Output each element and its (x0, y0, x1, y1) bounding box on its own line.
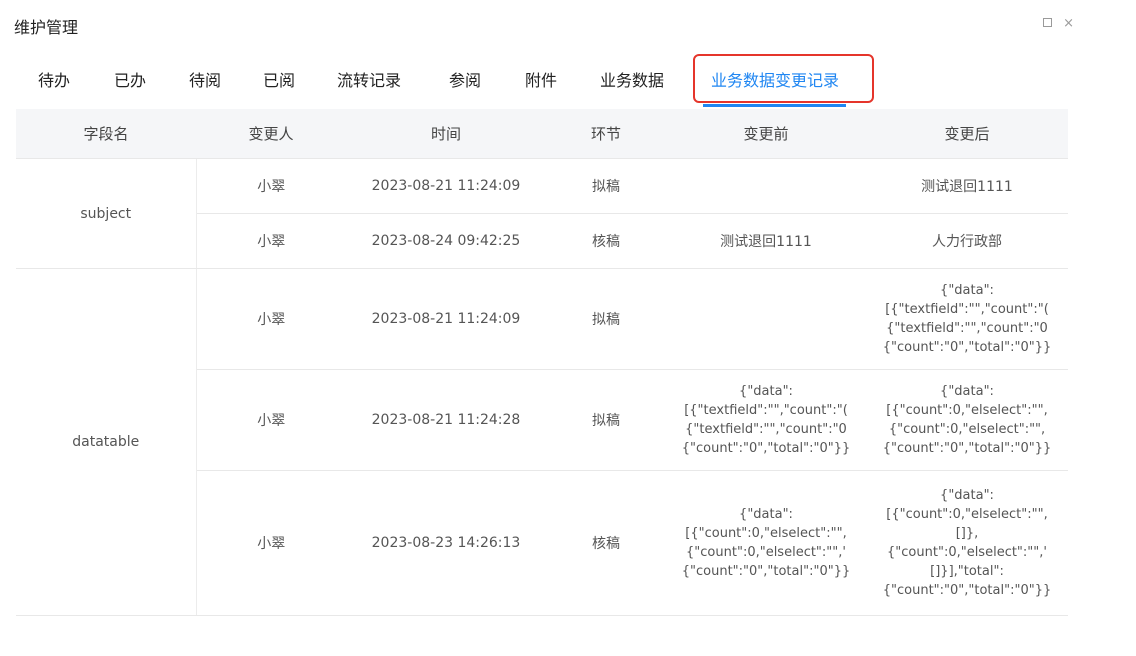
stage-cell: 拟稿 (546, 369, 666, 471)
table-row: subject 小翠 2023-08-21 11:24:09 拟稿 测试退回11… (16, 158, 1068, 269)
close-icon[interactable]: × (1063, 16, 1074, 32)
maximize-icon[interactable] (1043, 16, 1053, 32)
after-cell: 测试退回1111 (866, 158, 1068, 214)
stage-cell: 拟稿 (546, 158, 666, 214)
time-cell: 2023-08-21 11:24:09 (346, 158, 546, 214)
after-json: {"data": [{"count":0,"elselect":"", {"co… (882, 384, 1052, 456)
column-header-after: 变更后 (866, 109, 1068, 159)
table-row: datatable 小翠 2023-08-21 11:24:09 拟稿 {"da… (16, 268, 1068, 616)
window-controls: × (1043, 16, 1074, 32)
user-cell: 小翠 (196, 268, 346, 370)
after-cell: {"data": [{"count":0,"elselect":"", []},… (866, 470, 1068, 616)
stage-cell: 拟稿 (546, 268, 666, 370)
window-title: 维护管理 (14, 18, 79, 37)
tab-business-data-change-log[interactable]: 业务数据变更记录 (711, 70, 839, 92)
tab-read[interactable]: 已阅 (263, 70, 295, 92)
before-cell: 测试退回1111 (666, 213, 866, 269)
tab-to-read[interactable]: 待阅 (189, 70, 221, 92)
after-cell: {"data": [{"count":0,"elselect":"", {"co… (866, 369, 1068, 471)
after-json: {"data": [{"textfield":"","count":"( {"t… (882, 283, 1052, 355)
time-cell: 2023-08-21 11:24:09 (346, 268, 546, 370)
change-log-table: 字段名 变更人 时间 环节 变更前 变更后 subject 小翠 2023-08… (16, 109, 1068, 616)
tab-todo[interactable]: 待办 (38, 70, 70, 92)
field-name-cell: subject (16, 158, 197, 269)
tab-attachments[interactable]: 附件 (525, 70, 557, 92)
after-cell: {"data": [{"textfield":"","count":"( {"t… (866, 268, 1068, 370)
user-cell: 小翠 (196, 369, 346, 471)
user-cell: 小翠 (196, 470, 346, 616)
before-cell (666, 158, 866, 214)
stage-cell: 核稿 (546, 213, 666, 269)
before-cell: {"data": [{"textfield":"","count":"( {"t… (666, 369, 866, 471)
tab-flow-record[interactable]: 流转记录 (337, 70, 401, 92)
time-cell: 2023-08-23 14:26:13 (346, 470, 546, 616)
column-header-field: 字段名 (16, 109, 196, 159)
before-json: {"data": [{"textfield":"","count":"( {"t… (681, 384, 851, 456)
user-cell: 小翠 (196, 158, 346, 214)
column-header-time: 时间 (346, 109, 546, 159)
field-name-cell: datatable (16, 268, 197, 616)
after-json: {"data": [{"count":0,"elselect":"", []},… (882, 488, 1052, 598)
time-cell: 2023-08-21 11:24:28 (346, 369, 546, 471)
before-json: {"data": [{"count":0,"elselect":"", {"co… (681, 507, 851, 579)
column-header-stage: 环节 (546, 109, 666, 159)
column-header-user: 变更人 (196, 109, 346, 159)
tab-done[interactable]: 已办 (114, 70, 146, 92)
tab-reference[interactable]: 参阅 (449, 70, 481, 92)
user-cell: 小翠 (196, 213, 346, 269)
tab-business-data[interactable]: 业务数据 (600, 70, 664, 92)
table-header-row: 字段名 变更人 时间 环节 变更前 变更后 (16, 109, 1068, 159)
column-header-before: 变更前 (666, 109, 866, 159)
tab-bar: 待办 已办 待阅 已阅 流转记录 参阅 附件 业务数据 业务数据变更记录 (0, 54, 1136, 108)
before-cell (666, 268, 866, 370)
time-cell: 2023-08-24 09:42:25 (346, 213, 546, 269)
after-cell: 人力行政部 (866, 213, 1068, 269)
active-tab-underline (703, 104, 846, 107)
stage-cell: 核稿 (546, 470, 666, 616)
before-cell: {"data": [{"count":0,"elselect":"", {"co… (666, 470, 866, 616)
